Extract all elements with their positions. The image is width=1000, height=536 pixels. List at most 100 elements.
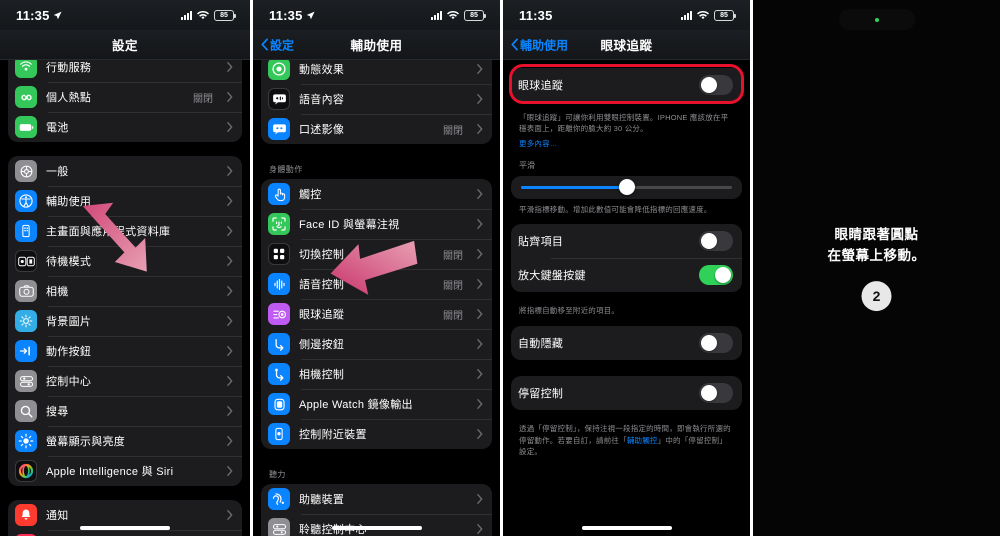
cellular-icon bbox=[15, 60, 37, 78]
motion-icon bbox=[268, 60, 290, 80]
row-eye-tracking-master[interactable]: 眼球追蹤 bbox=[511, 68, 742, 102]
cellular-bars-icon bbox=[181, 10, 192, 20]
row-label: 控制中心 bbox=[46, 376, 92, 388]
row-label: 眼球追蹤 bbox=[299, 309, 345, 321]
wifi-icon bbox=[697, 10, 709, 20]
toggle-自動隱藏[interactable] bbox=[699, 333, 733, 354]
row-切換控制[interactable]: 切換控制 關閉 bbox=[261, 239, 492, 269]
chevron-right-icon bbox=[227, 406, 233, 416]
row-電池[interactable]: 電池 bbox=[8, 112, 242, 142]
row-label: 放大鍵盤按鍵 bbox=[518, 270, 586, 282]
chevron-right-icon bbox=[477, 124, 483, 134]
row-label: 相機控制 bbox=[299, 369, 345, 381]
row-label: 螢幕顯示與亮度 bbox=[46, 436, 126, 448]
status-bar: 11:35 85 bbox=[253, 0, 500, 30]
more-info-link[interactable]: 更多內容… bbox=[519, 139, 558, 148]
face-id-icon bbox=[268, 213, 290, 235]
accessibility-scroll-body[interactable]: 動態效果 語音內容 口述影像 關閉 身體動作 觸控 Face ID 與螢幕注視 切換控制關… bbox=[253, 60, 500, 536]
chevron-right-icon bbox=[227, 286, 233, 296]
row-動態效果[interactable]: 動態效果 bbox=[261, 60, 492, 84]
row-label: 自動隱藏 bbox=[518, 338, 564, 351]
row-相機控制[interactable]: 相機控制 bbox=[261, 359, 492, 389]
back-button[interactable]: 設定 bbox=[261, 36, 294, 53]
row-助聽裝置[interactable]: 助聽裝置 bbox=[261, 484, 492, 514]
status-bar-time-group: 11:35 bbox=[16, 8, 62, 23]
smoothing-slider[interactable] bbox=[521, 179, 732, 196]
row-label: 口述影像 bbox=[299, 124, 345, 136]
row-待機模式[interactable]: 待機模式 bbox=[8, 246, 242, 276]
battery-icon: 85 bbox=[464, 9, 486, 21]
phone-panel-settings: 11:35 85 設定 行動服務 個人熱點 關閉 電池 一般 輔助使用 主畫面與應用程式資… bbox=[0, 0, 250, 536]
row-value: 關閉 bbox=[193, 93, 213, 105]
row-動作按鈕[interactable]: 動作按鈕 bbox=[8, 336, 242, 366]
status-bar-indicators: 85 bbox=[431, 9, 486, 21]
row-自動隱藏[interactable]: 自動隱藏 bbox=[511, 326, 742, 360]
eye-tracking-icon bbox=[268, 303, 290, 325]
row-聆聽控制中心[interactable]: 聆聽控制中心 bbox=[261, 514, 492, 536]
row-語音內容[interactable]: 語音內容 bbox=[261, 84, 492, 114]
phone-panel-calibration: 眼睛跟著圓點 在螢幕上移動。 2 bbox=[750, 0, 1000, 536]
row-控制中心[interactable]: 控制中心 bbox=[8, 366, 242, 396]
row-apple-intelligence-與-siri[interactable]: Apple Intelligence 與 Siri bbox=[8, 456, 242, 486]
camera-icon bbox=[15, 280, 37, 302]
row-輔助使用[interactable]: 輔助使用 bbox=[8, 186, 242, 216]
row-相機[interactable]: 相機 bbox=[8, 276, 242, 306]
chevron-right-icon bbox=[227, 226, 233, 236]
row-停留控制[interactable]: 停留控制 bbox=[511, 376, 742, 410]
row-控制附近裝置[interactable]: 控制附近裝置 bbox=[261, 419, 492, 449]
row-value: 關閉 bbox=[443, 280, 463, 292]
row-一般[interactable]: 一般 bbox=[8, 156, 242, 186]
row-label: 個人熱點 bbox=[46, 92, 92, 104]
more-info-link-wrap: 更多內容… bbox=[511, 135, 742, 158]
row-個人熱點[interactable]: 個人熱點 關閉 bbox=[8, 82, 242, 112]
chevron-right-icon bbox=[227, 510, 233, 520]
chevron-right-icon bbox=[227, 166, 233, 176]
dynamic-island bbox=[838, 9, 915, 30]
row-聲音與觸覺回饋[interactable]: 聲音與觸覺回饋 bbox=[8, 530, 242, 536]
battery-settings-icon bbox=[15, 116, 37, 138]
row-apple-watch-鏡像輸出[interactable]: Apple Watch 鏡像輸出 bbox=[261, 389, 492, 419]
assistive-touch-link[interactable]: 輔助觸控 bbox=[627, 436, 658, 445]
row-側邊按鈕[interactable]: 側邊按鈕 bbox=[261, 329, 492, 359]
row-face-id-與螢幕注視[interactable]: Face ID 與螢幕注視 bbox=[261, 209, 492, 239]
chevron-right-icon bbox=[477, 494, 483, 504]
autohide-group: 自動隱藏 bbox=[511, 326, 742, 361]
back-button[interactable]: 輔助使用 bbox=[511, 36, 568, 53]
row-label: 眼球追蹤 bbox=[518, 80, 564, 92]
chevron-right-icon bbox=[227, 466, 233, 476]
eye-tracking-scroll-body[interactable]: 眼球追蹤 「眼球追蹤」可讓你利用雙眼控制裝置。IPHONE 應該放在平穩表面上，… bbox=[503, 60, 750, 536]
nav-bar: 輔助使用 眼球追蹤 bbox=[503, 30, 750, 60]
gear-icon bbox=[15, 160, 37, 182]
row-貼齊項目[interactable]: 貼齊項目 bbox=[511, 224, 742, 258]
chevron-right-icon bbox=[227, 62, 233, 72]
settings-scroll-body[interactable]: 行動服務個人熱點 關閉電池 一般 輔助使用主畫面與應用程式資料庫待機模式 相機 背景圖片… bbox=[0, 60, 250, 536]
eye-tracking-toggle[interactable] bbox=[699, 75, 733, 95]
notifications-bell-icon bbox=[15, 504, 37, 526]
row-label: 主畫面與應用程式資料庫 bbox=[46, 226, 171, 238]
row-觸控[interactable]: 觸控 bbox=[261, 179, 492, 209]
row-眼球追蹤[interactable]: 眼球追蹤 關閉 bbox=[261, 299, 492, 329]
row-行動服務[interactable]: 行動服務 bbox=[8, 60, 242, 82]
home-screen-icon bbox=[15, 220, 37, 242]
toggle-放大鍵盤按鍵[interactable] bbox=[699, 265, 733, 285]
battery-level: 85 bbox=[720, 11, 728, 19]
battery-level: 85 bbox=[470, 11, 478, 19]
row-語音控制[interactable]: 語音控制 關閉 bbox=[261, 269, 492, 299]
row-主畫面與應用程式資料庫[interactable]: 主畫面與應用程式資料庫 bbox=[8, 216, 242, 246]
row-螢幕顯示與亮度[interactable]: 螢幕顯示與亮度 bbox=[8, 426, 242, 456]
page-title: 輔助使用 bbox=[350, 39, 403, 53]
row-背景圖片[interactable]: 背景圖片 bbox=[8, 306, 242, 336]
standby-icon bbox=[15, 250, 37, 272]
row-搜尋[interactable]: 搜尋 bbox=[8, 396, 242, 426]
voice-control-icon bbox=[268, 273, 290, 295]
back-button-label: 輔助使用 bbox=[520, 38, 569, 52]
toggle-停留控制[interactable] bbox=[699, 383, 733, 404]
chevron-right-icon bbox=[227, 376, 233, 386]
settings-group-notifications: 通知聲音與觸覺回饋 bbox=[8, 500, 242, 536]
chevron-right-icon bbox=[477, 189, 483, 199]
control-center-icon bbox=[15, 370, 37, 392]
row-放大鍵盤按鍵[interactable]: 放大鍵盤按鍵 bbox=[511, 258, 742, 292]
toggle-貼齊項目[interactable] bbox=[699, 231, 733, 251]
row-口述影像[interactable]: 口述影像 關閉 bbox=[261, 114, 492, 144]
home-indicator bbox=[581, 526, 672, 530]
